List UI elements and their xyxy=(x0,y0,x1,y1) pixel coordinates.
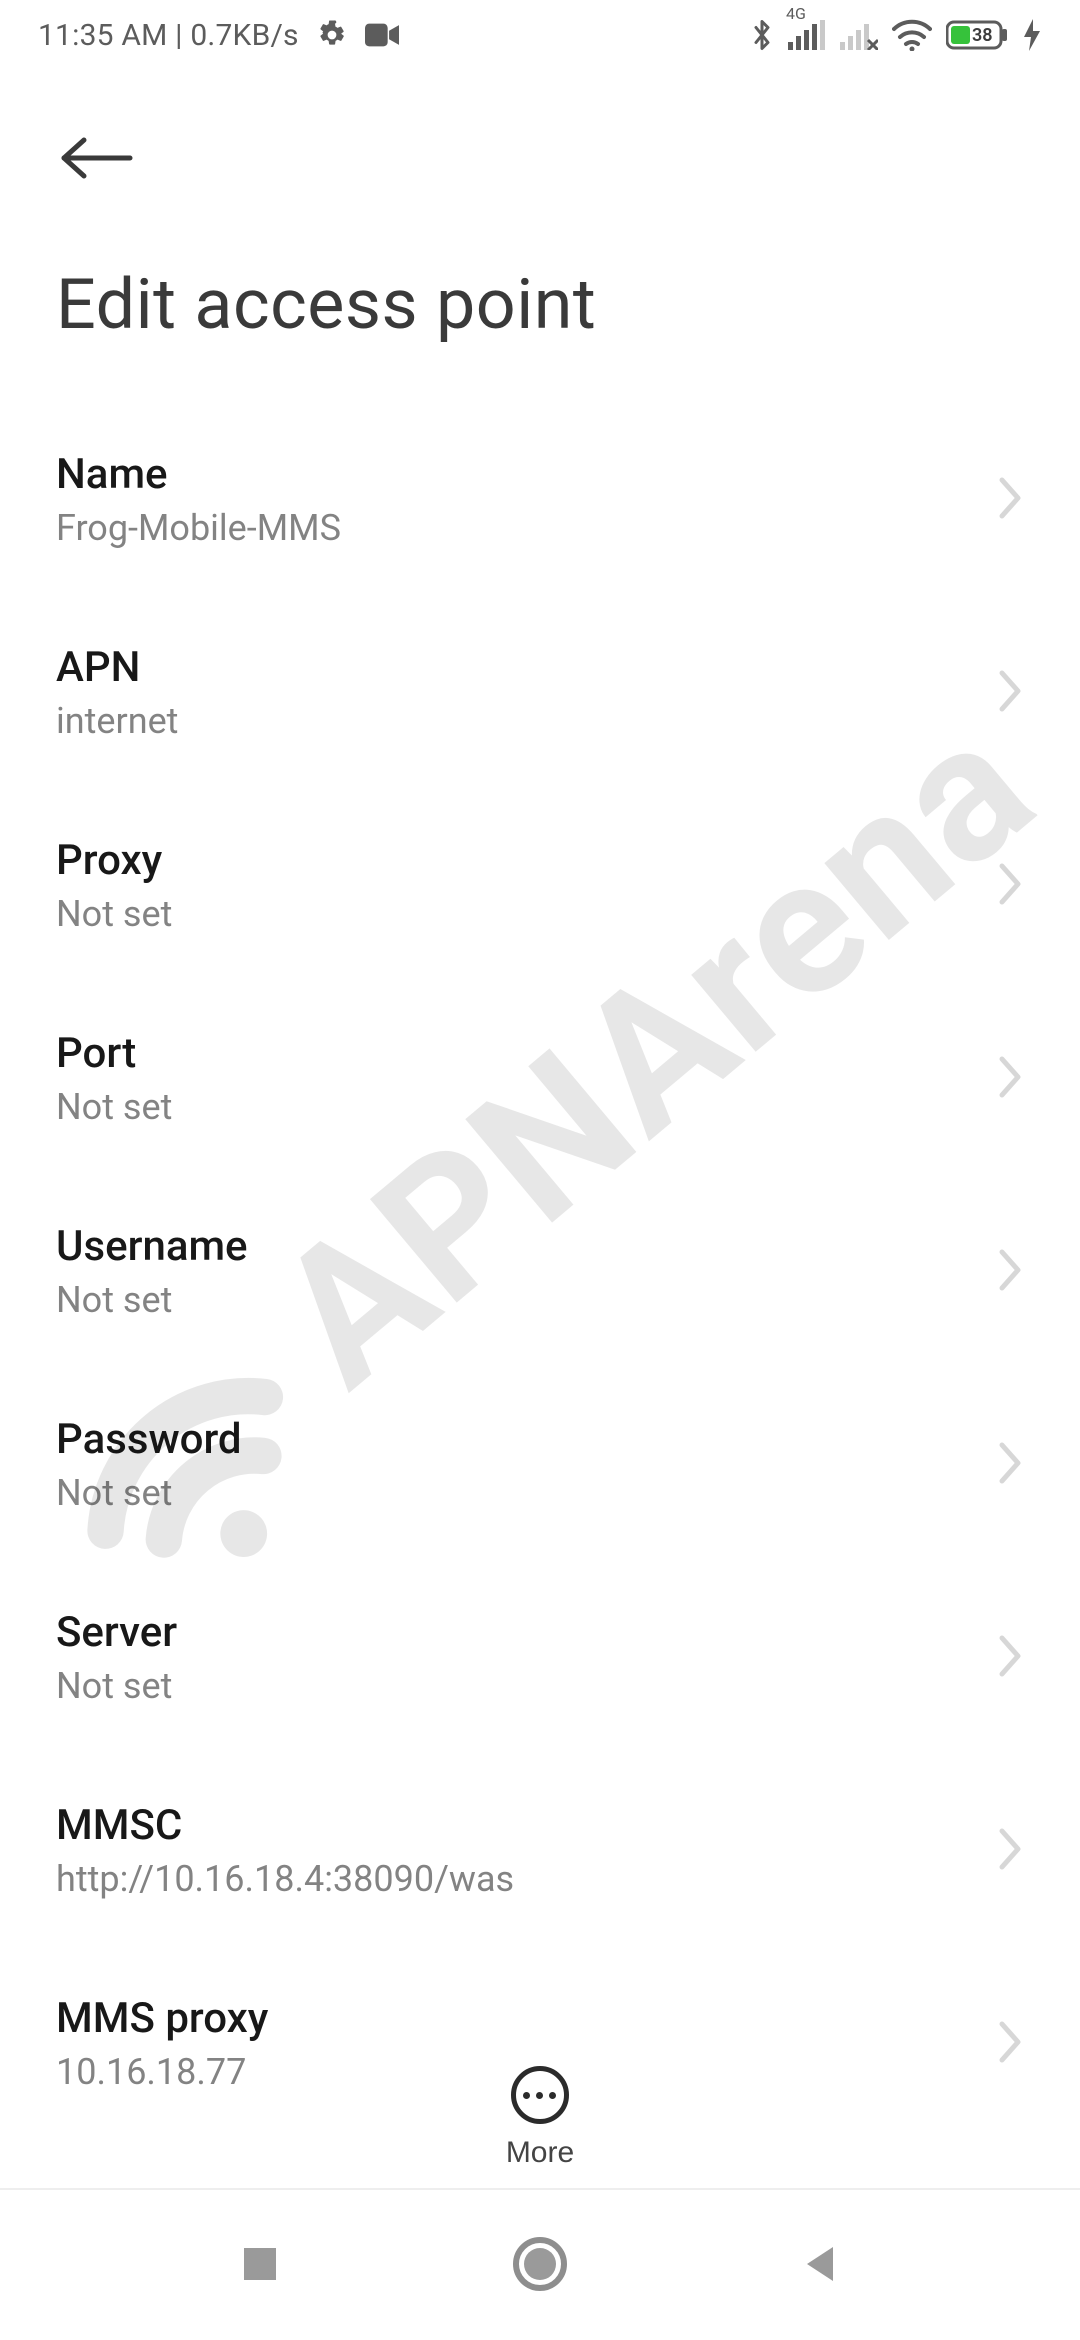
chevron-right-icon xyxy=(996,1248,1024,1296)
nav-recent-button[interactable] xyxy=(200,2205,320,2325)
nav-back-button[interactable] xyxy=(760,2205,880,2325)
bottom-action-bar: More xyxy=(0,2066,1080,2170)
setting-value: Not set xyxy=(56,1472,242,1514)
chevron-right-icon xyxy=(996,476,1024,524)
chevron-right-icon xyxy=(996,1055,1024,1103)
charging-bolt-icon xyxy=(1024,19,1040,51)
signal-secondary-icon xyxy=(840,20,878,50)
more-button[interactable]: More xyxy=(506,2066,574,2170)
more-label: More xyxy=(506,2136,574,2170)
nav-home-button[interactable] xyxy=(480,2205,600,2325)
video-camera-icon xyxy=(365,22,399,48)
gear-icon xyxy=(317,20,347,50)
setting-label: APN xyxy=(56,643,178,692)
setting-password[interactable]: Password Not set xyxy=(56,1371,1024,1564)
setting-apn[interactable]: APN internet xyxy=(56,599,1024,792)
setting-value: Not set xyxy=(56,1279,248,1321)
chevron-right-icon xyxy=(996,1634,1024,1682)
chevron-right-icon xyxy=(996,669,1024,717)
setting-proxy[interactable]: Proxy Not set xyxy=(56,792,1024,985)
setting-value: Not set xyxy=(56,1665,177,1707)
setting-label: Name xyxy=(56,450,341,499)
square-icon xyxy=(240,2244,280,2287)
setting-value: internet xyxy=(56,700,178,742)
status-bar: 11:35 AM | 0.7KB/s 4G xyxy=(0,0,1080,70)
signal-label: 4G xyxy=(786,4,806,23)
setting-server[interactable]: Server Not set xyxy=(56,1564,1024,1757)
page-title: Edit access point xyxy=(0,198,1080,406)
status-time: 11:35 AM | 0.7KB/s xyxy=(38,18,299,53)
setting-label: Port xyxy=(56,1029,172,1078)
battery-icon: 38 xyxy=(946,19,1010,51)
setting-label: Server xyxy=(56,1608,177,1657)
arrow-left-icon xyxy=(58,134,134,182)
more-icon xyxy=(511,2066,569,2124)
setting-port[interactable]: Port Not set xyxy=(56,985,1024,1178)
status-time-text: 11:35 AM xyxy=(38,18,168,53)
setting-label: Proxy xyxy=(56,836,172,885)
chevron-right-icon xyxy=(996,1441,1024,1489)
back-button[interactable] xyxy=(56,118,136,198)
setting-mmsc[interactable]: MMSC http://10.16.18.4:38090/was xyxy=(56,1757,1024,1950)
chevron-right-icon xyxy=(996,2020,1024,2068)
setting-value: Not set xyxy=(56,893,172,935)
setting-username[interactable]: Username Not set xyxy=(56,1178,1024,1371)
wifi-icon xyxy=(892,19,932,51)
chevron-right-icon xyxy=(996,862,1024,910)
app-bar xyxy=(0,70,1080,198)
setting-value: http://10.16.18.4:38090/was xyxy=(56,1858,514,1900)
setting-name[interactable]: Name Frog-Mobile-MMS xyxy=(56,406,1024,599)
battery-percent: 38 xyxy=(972,25,993,46)
triangle-left-icon xyxy=(799,2243,841,2288)
status-bar-left: 11:35 AM | 0.7KB/s xyxy=(38,18,399,53)
status-net-speed: 0.7KB/s xyxy=(190,18,298,53)
setting-label: MMS proxy xyxy=(56,1994,268,2043)
signal-4g-icon: 4G xyxy=(788,20,826,50)
settings-list: Name Frog-Mobile-MMS APN internet Proxy … xyxy=(0,406,1080,2153)
bluetooth-icon xyxy=(750,17,774,53)
setting-label: Password xyxy=(56,1415,242,1464)
system-nav-bar xyxy=(0,2190,1080,2340)
status-bar-right: 4G xyxy=(750,17,1040,53)
setting-label: Username xyxy=(56,1222,248,1271)
circle-icon xyxy=(512,2236,568,2295)
setting-value: Frog-Mobile-MMS xyxy=(56,507,341,549)
setting-label: MMSC xyxy=(56,1801,514,1850)
chevron-right-icon xyxy=(996,1827,1024,1875)
setting-value: Not set xyxy=(56,1086,172,1128)
